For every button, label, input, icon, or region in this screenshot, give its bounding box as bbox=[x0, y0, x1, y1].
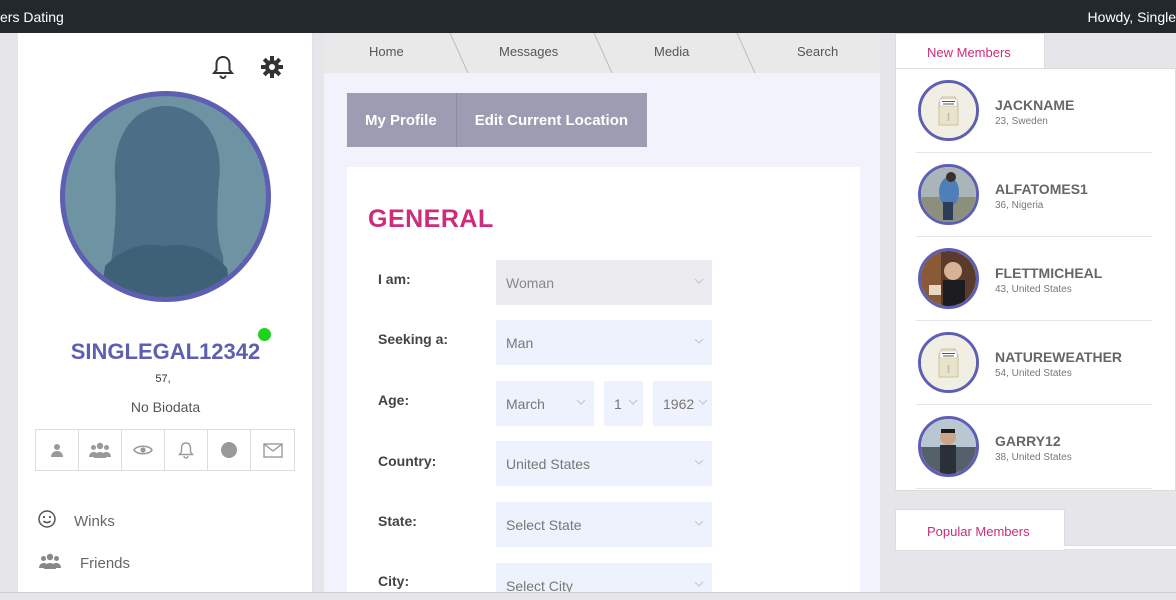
member-location: 23, Sweden bbox=[995, 116, 1048, 127]
tab-popular-members[interactable]: Popular Members bbox=[895, 509, 1065, 551]
admin-bar: ers Dating Howdy, Single bbox=[0, 0, 1176, 33]
member-card[interactable]: NATUREWEATHER 54, United States bbox=[916, 321, 1152, 405]
eye-icon[interactable] bbox=[122, 430, 165, 470]
chevron-down-icon bbox=[694, 520, 704, 526]
seeking-select[interactable]: Man bbox=[496, 320, 712, 365]
chevron-down-icon bbox=[628, 399, 638, 405]
gear-icon[interactable] bbox=[258, 53, 286, 81]
member-card[interactable]: GARRY12 38, United States bbox=[916, 405, 1152, 489]
birth-day-select[interactable]: 1 bbox=[604, 381, 643, 426]
smiley-icon bbox=[38, 510, 56, 532]
member-card[interactable]: JACKNAME 23, Sweden bbox=[916, 69, 1152, 153]
bell-icon[interactable] bbox=[165, 430, 208, 470]
circle-icon[interactable] bbox=[208, 430, 251, 470]
field-label-state: State: bbox=[378, 513, 417, 529]
member-avatar-private[interactable] bbox=[918, 332, 979, 393]
profile-avatar[interactable] bbox=[60, 91, 271, 302]
page-bottom-edge bbox=[0, 592, 1176, 600]
member-name[interactable]: JACKNAME bbox=[995, 97, 1074, 113]
field-label-city: City: bbox=[378, 573, 410, 589]
field-label-gender: I am: bbox=[378, 271, 411, 287]
site-title[interactable]: ers Dating bbox=[0, 9, 64, 25]
member-avatar[interactable] bbox=[918, 248, 979, 309]
member-location: 54, United States bbox=[995, 368, 1072, 379]
menu-item-label: Winks bbox=[74, 512, 115, 530]
group-icon bbox=[38, 552, 62, 574]
envelope-icon[interactable] bbox=[251, 430, 294, 470]
bell-icon[interactable] bbox=[209, 53, 237, 81]
member-card[interactable]: ALFATOMES1 36, Nigeria bbox=[916, 153, 1152, 237]
menu-item-label: Friends bbox=[80, 554, 131, 572]
tab-divider bbox=[1064, 545, 1176, 549]
birth-year-select[interactable]: 1962 bbox=[653, 381, 712, 426]
field-label-age: Age: bbox=[378, 392, 410, 408]
profile-action-bar bbox=[35, 429, 295, 471]
chevron-down-icon bbox=[694, 278, 704, 284]
nav-media[interactable]: Media bbox=[654, 44, 689, 59]
member-name[interactable]: NATUREWEATHER bbox=[995, 349, 1122, 365]
profile-username[interactable]: SINGLEGAL12342 bbox=[18, 339, 313, 365]
select-value: United States bbox=[506, 455, 591, 472]
select-value: 1962 bbox=[663, 395, 695, 412]
general-form-card: GENERAL I am: Woman Seeking a: Man Age: … bbox=[347, 167, 860, 600]
gender-select[interactable]: Woman bbox=[496, 260, 712, 305]
select-value: Select State bbox=[506, 516, 582, 533]
member-location: 36, Nigeria bbox=[995, 200, 1044, 211]
chevron-down-icon bbox=[576, 399, 586, 405]
top-nav: Home Messages Media Search bbox=[324, 33, 880, 73]
nav-home[interactable]: Home bbox=[369, 44, 404, 59]
member-name[interactable]: FLETTMICHEAL bbox=[995, 265, 1102, 281]
member-card[interactable]: FLETTMICHEAL 43, United States bbox=[916, 237, 1152, 321]
select-value: Man bbox=[506, 334, 534, 351]
member-avatar[interactable] bbox=[918, 164, 979, 225]
nav-messages[interactable]: Messages bbox=[499, 44, 558, 59]
edit-location-button[interactable]: Edit Current Location bbox=[456, 93, 648, 147]
select-value: Woman bbox=[506, 274, 554, 291]
birth-month-select[interactable]: March bbox=[496, 381, 594, 426]
menu-item-winks[interactable]: Winks bbox=[38, 510, 115, 532]
member-avatar-private[interactable] bbox=[918, 80, 979, 141]
field-label-seeking: Seeking a: bbox=[378, 331, 449, 347]
member-location: 43, United States bbox=[995, 284, 1072, 295]
member-name[interactable]: GARRY12 bbox=[995, 433, 1061, 449]
chevron-down-icon bbox=[698, 399, 708, 405]
profile-sidebar: SINGLEGAL12342 57, No Biodata Winks Frie… bbox=[18, 33, 313, 600]
select-value: 1 bbox=[614, 395, 622, 412]
user-icon[interactable] bbox=[36, 430, 79, 470]
menu-item-friends[interactable]: Friends bbox=[38, 552, 130, 574]
member-location: 38, United States bbox=[995, 452, 1072, 463]
profile-buttons: My Profile Edit Current Location bbox=[347, 93, 648, 147]
field-label-country: Country: bbox=[378, 453, 437, 469]
user-greeting[interactable]: Howdy, Single bbox=[1088, 9, 1176, 25]
group-icon[interactable] bbox=[79, 430, 122, 470]
chevron-down-icon bbox=[694, 581, 704, 587]
state-select[interactable]: Select State bbox=[496, 502, 712, 547]
section-title: GENERAL bbox=[368, 205, 494, 233]
profile-biodata: No Biodata bbox=[130, 399, 201, 415]
chevron-down-icon bbox=[694, 459, 704, 465]
chevron-down-icon bbox=[694, 338, 704, 344]
new-members-panel: JACKNAME 23, Sweden ALFATOMES1 36, Niger… bbox=[895, 68, 1176, 491]
my-profile-button[interactable]: My Profile bbox=[347, 93, 457, 147]
tab-new-members[interactable]: New Members bbox=[895, 33, 1045, 69]
country-select[interactable]: United States bbox=[496, 441, 712, 486]
member-avatar[interactable] bbox=[918, 416, 979, 477]
nav-search[interactable]: Search bbox=[797, 44, 838, 59]
member-name[interactable]: ALFATOMES1 bbox=[995, 181, 1088, 197]
select-value: March bbox=[506, 395, 545, 412]
profile-age: 57, bbox=[155, 373, 171, 385]
main-content: Home Messages Media Search My Profile Ed… bbox=[324, 33, 880, 600]
